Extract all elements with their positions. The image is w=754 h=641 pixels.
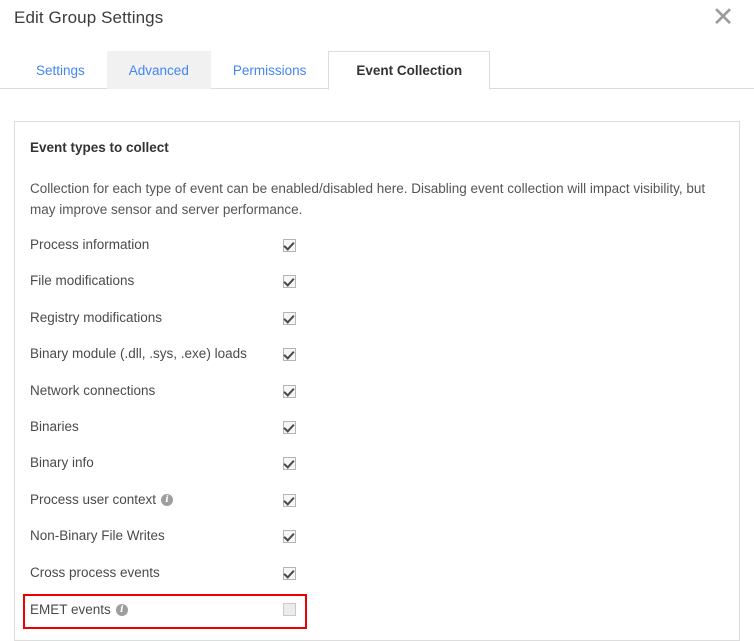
event-type-row[interactable]: Binary info [15, 448, 739, 484]
event-type-checkbox[interactable] [283, 602, 296, 616]
event-type-row[interactable]: EMET events i [15, 593, 739, 630]
event-type-label: Binaries [30, 419, 79, 434]
event-type-label-text: Process user context [30, 491, 157, 507]
info-icon[interactable]: i [115, 604, 128, 617]
dialog-header: Edit Group Settings ✕ [0, 0, 754, 44]
event-type-row[interactable]: Network connections [15, 376, 739, 412]
event-type-label: Binary module (.dll, .sys, .exe) loads [30, 346, 247, 361]
event-type-label: EMET events i [30, 602, 128, 617]
event-type-label-text: Network connections [30, 382, 156, 398]
tab-settings[interactable]: Settings [14, 51, 107, 89]
event-type-label: Non-Binary File Writes [30, 528, 165, 543]
tab-advanced[interactable]: Advanced [106, 51, 211, 89]
event-type-label-text: File modifications [30, 273, 135, 289]
tab-label: Permissions [232, 63, 307, 78]
event-type-label-text: Process information [30, 237, 150, 252]
event-type-row[interactable]: Binary module (.dll, .sys, .exe) loads [15, 339, 739, 375]
event-type-label: File modifications [30, 273, 134, 288]
event-type-label: Binary info [30, 455, 94, 470]
event-type-checkbox[interactable] [283, 530, 296, 544]
event-type-checkbox[interactable] [283, 239, 296, 252]
event-type-label: Network connections [30, 383, 155, 398]
event-type-checkbox[interactable] [283, 420, 296, 434]
event-type-label-text: Non-Binary File Writes [30, 528, 165, 544]
event-type-label-text: Binary module (.dll, .sys, .exe) loads [30, 346, 247, 362]
tab-label: Settings [36, 63, 85, 78]
section-title: Event types to collect [30, 140, 169, 155]
page-title: Edit Group Settings [14, 8, 164, 27]
close-icon[interactable]: ✕ [708, 4, 738, 34]
event-type-label: Process information [30, 237, 149, 252]
event-type-label-text: Binary info [30, 455, 94, 471]
event-type-checkbox[interactable] [283, 311, 296, 325]
event-type-row[interactable]: File modifications [15, 266, 739, 302]
event-type-row[interactable]: Cross process events [15, 558, 739, 594]
event-type-label: Cross process events [30, 565, 160, 580]
event-type-row[interactable]: Process information [15, 230, 739, 266]
event-collection-panel: Event types to collect Collection for ea… [14, 121, 740, 641]
tab-label: Advanced [128, 63, 189, 78]
event-type-row[interactable]: Binaries [15, 412, 739, 448]
event-type-row[interactable]: Registry modifications [15, 303, 739, 339]
event-type-label: Process user context i [30, 491, 174, 507]
event-type-row[interactable]: Process user context i [15, 485, 739, 521]
section-description: Collection for each type of event can be… [30, 181, 706, 217]
tab-label: Event Collection [356, 63, 463, 78]
event-type-label-text: Binaries [30, 418, 79, 434]
tab-permissions[interactable]: Permissions [211, 51, 329, 89]
tab-list: Settings Advanced Permissions Event Coll… [14, 51, 491, 90]
event-type-checkbox[interactable] [283, 457, 296, 471]
event-type-label-text: Registry modifications [30, 309, 163, 325]
tab-strip: Settings Advanced Permissions Event Coll… [0, 51, 754, 90]
event-type-checkbox[interactable] [283, 384, 296, 398]
event-type-row[interactable]: Non-Binary File Writes [15, 521, 739, 557]
event-type-checkbox[interactable] [283, 275, 296, 289]
event-type-label: Registry modifications [30, 310, 162, 325]
event-type-checkbox[interactable] [283, 348, 296, 362]
info-icon[interactable]: i [161, 494, 174, 507]
event-type-checkbox[interactable] [283, 566, 296, 580]
event-type-label-text: Cross process events [30, 564, 160, 580]
event-type-checkbox[interactable] [283, 493, 296, 507]
tab-event-collection[interactable]: Event Collection [328, 51, 491, 90]
event-type-label-text: EMET events [30, 601, 111, 617]
event-types-list: Process information File modifications Reg… [15, 230, 739, 630]
